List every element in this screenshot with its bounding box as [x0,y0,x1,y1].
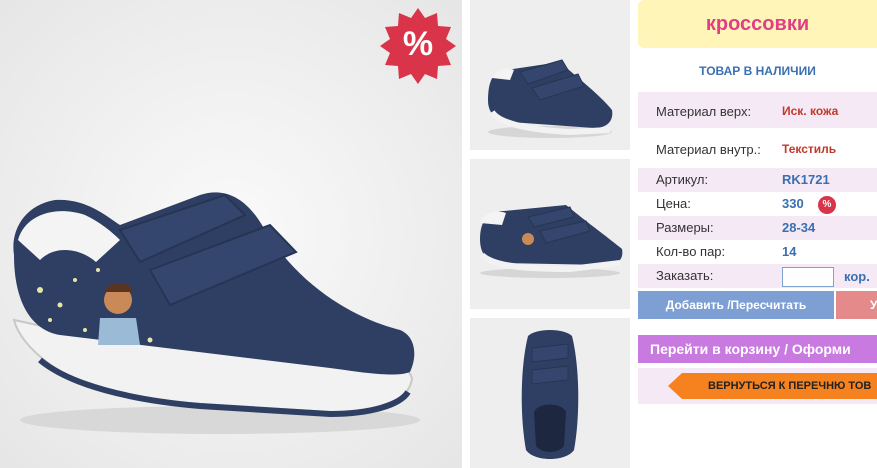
thumbnail-1[interactable] [470,0,630,150]
detail-row-order: Заказать: кор. [638,264,877,288]
sale-percent-icon: % [818,196,836,214]
detail-label: Цена: [656,196,691,211]
detail-value: Текстиль [782,142,837,156]
order-unit-label: кор. [844,269,870,284]
detail-value: 28-34 [782,220,816,235]
stock-status: ТОВАР В НАЛИЧИИ [699,64,816,78]
main-product-photo[interactable]: % [0,0,462,468]
detail-row-sizes: Размеры: 28-34 [638,216,877,240]
detail-label: Материал верх: [656,104,752,119]
go-to-cart-button[interactable]: Перейти в корзину / Оформи [638,335,877,363]
sneaker-thumbnail-top [470,318,630,468]
detail-row-pairs: Кол-во пар: 14 [638,240,877,264]
detail-row-upper-material: Материал верх: Иск. кожа [638,92,877,128]
thumbnail-3[interactable] [470,318,630,468]
price-value: 330 [782,196,804,211]
remove-button[interactable]: У [836,291,877,319]
detail-label: Артикул: [656,172,709,187]
detail-row-article: Артикул: RK1721 [638,168,877,192]
sale-badge-label: % [402,25,434,63]
add-recalculate-button[interactable]: Добавить /Пересчитать [638,291,834,319]
sale-badge: % [380,8,456,84]
detail-label: Кол-во пар: [656,244,726,259]
thumbnail-2[interactable] [470,159,630,309]
detail-label: Заказать: [656,268,714,283]
detail-label: Размеры: [656,220,714,235]
product-title: кроссовки [705,13,810,35]
sneaker-thumbnail-angled [470,0,630,150]
sneaker-thumbnail-side [470,159,630,309]
detail-row-price: Цена: 330 % [638,192,877,216]
detail-label: Материал внутр.: [656,142,761,157]
detail-value: RK1721 [782,172,830,187]
detail-value: 14 [782,244,797,259]
order-quantity-input[interactable] [782,267,834,287]
back-to-list-button[interactable]: ВЕРНУТЬСЯ К ПЕРЕЧНЮ ТОВ [668,373,877,399]
detail-value: Иск. кожа [782,104,839,118]
detail-row-inner-material: Материал внутр.: Текстиль [638,130,877,166]
back-button-container: ВЕРНУТЬСЯ К ПЕРЕЧНЮ ТОВ [638,368,877,404]
product-info-panel: кроссовки ТОВАР В НАЛИЧИИ Материал верх:… [638,0,877,468]
